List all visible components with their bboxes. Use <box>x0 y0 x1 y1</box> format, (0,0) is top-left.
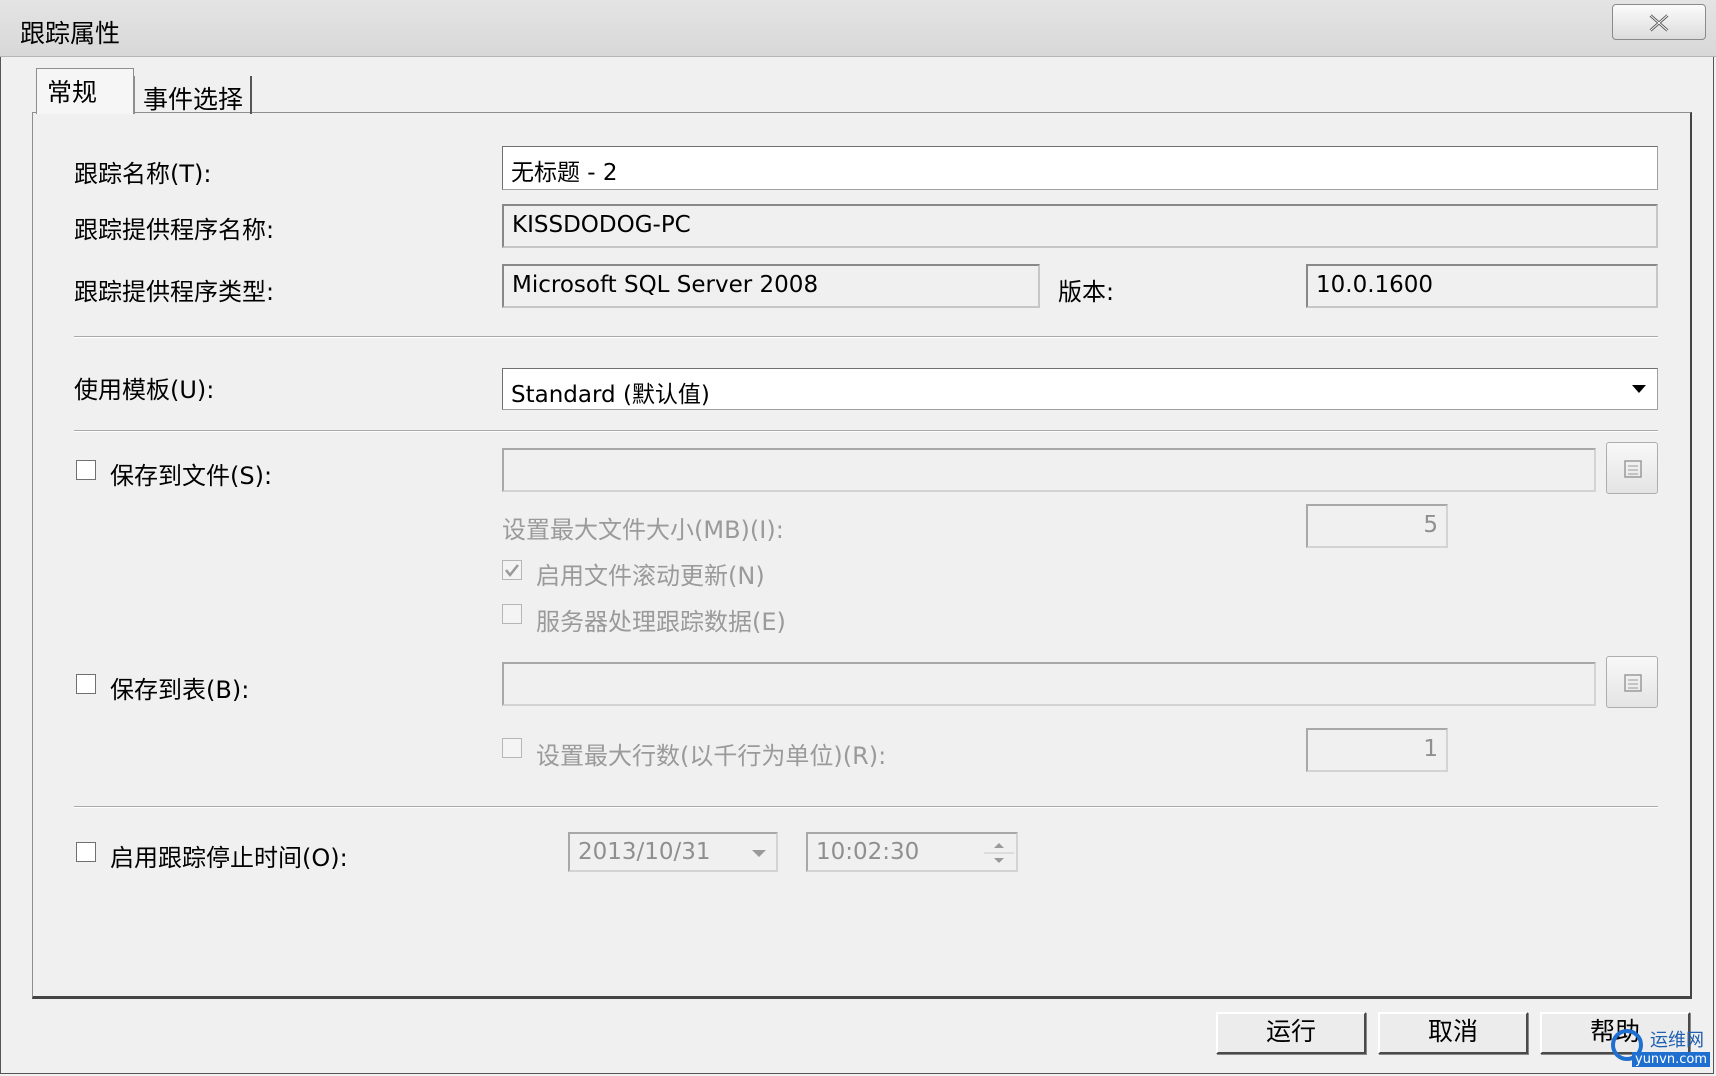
max-rows-checkbox[interactable] <box>502 738 522 758</box>
template-select[interactable]: Standard (默认值) <box>502 368 1658 410</box>
checkmark-icon <box>505 564 519 578</box>
server-process-label: 服务器处理跟踪数据(E) <box>536 608 786 636</box>
trace-name-label: 跟踪名称(T): <box>74 160 212 188</box>
save-to-file-label: 保存到文件(S): <box>110 462 273 490</box>
max-rows-label: 设置最大行数(以千行为单位)(R): <box>536 742 887 770</box>
close-button[interactable] <box>1612 4 1706 40</box>
max-rows-input[interactable]: 1 <box>1306 728 1448 772</box>
close-icon <box>1649 14 1669 32</box>
cancel-button[interactable]: 取消 <box>1378 1012 1528 1054</box>
time-spin-buttons[interactable] <box>984 836 1014 870</box>
stop-date-value: 2013/10/31 <box>578 839 711 865</box>
save-to-file-checkbox[interactable] <box>76 460 96 480</box>
rollover-checkbox[interactable] <box>502 560 522 580</box>
file-path-input[interactable] <box>502 448 1596 492</box>
template-dropdown-button[interactable] <box>1624 372 1654 406</box>
max-file-size-label: 设置最大文件大小(MB)(I): <box>502 516 784 544</box>
tab-event-selection[interactable]: 事件选择 <box>134 76 252 114</box>
template-selected-value: Standard (默认值) <box>511 382 710 408</box>
title-bar[interactable]: 跟踪属性 <box>0 0 1716 57</box>
spin-updown-icon <box>984 843 1014 863</box>
watermark-logo: 运维网 yunvn.com <box>1610 1024 1714 1074</box>
provider-type-label: 跟踪提供程序类型: <box>74 278 275 306</box>
server-process-checkbox[interactable] <box>502 604 522 624</box>
watermark-text: 运维网 <box>1650 1030 1704 1051</box>
run-button[interactable]: 运行 <box>1216 1012 1366 1054</box>
trace-name-input[interactable]: 无标题 - 2 <box>502 146 1658 190</box>
window-title: 跟踪属性 <box>20 19 121 48</box>
save-to-table-checkbox[interactable] <box>76 674 96 694</box>
table-input[interactable] <box>502 662 1596 706</box>
separator <box>74 336 1658 338</box>
separator <box>74 806 1658 808</box>
watermark-url: yunvn.com <box>1632 1052 1711 1067</box>
max-file-size-input[interactable]: 5 <box>1306 504 1448 548</box>
provider-name-field: KISSDODOG-PC <box>502 204 1658 248</box>
stop-time-value: 10:02:30 <box>816 839 920 865</box>
browse-file-button[interactable] <box>1606 442 1658 494</box>
date-dropdown-button[interactable] <box>744 836 774 870</box>
stop-time-checkbox[interactable] <box>76 842 96 862</box>
provider-name-label: 跟踪提供程序名称: <box>74 216 275 244</box>
stop-time-label: 启用跟踪停止时间(O): <box>110 844 348 872</box>
tab-general[interactable]: 常规 <box>36 68 134 114</box>
browse-icon <box>1624 674 1642 692</box>
separator <box>74 430 1658 432</box>
template-label: 使用模板(U): <box>74 376 215 404</box>
save-to-table-label: 保存到表(B): <box>110 676 250 704</box>
chevron-down-icon <box>752 850 766 857</box>
version-field: 10.0.1600 <box>1306 264 1658 308</box>
browse-icon <box>1624 460 1642 478</box>
version-label: 版本: <box>1058 278 1115 306</box>
provider-type-field: Microsoft SQL Server 2008 <box>502 264 1040 308</box>
browse-table-button[interactable] <box>1606 656 1658 708</box>
rollover-label: 启用文件滚动更新(N) <box>536 562 765 590</box>
chevron-down-icon <box>1632 385 1646 393</box>
